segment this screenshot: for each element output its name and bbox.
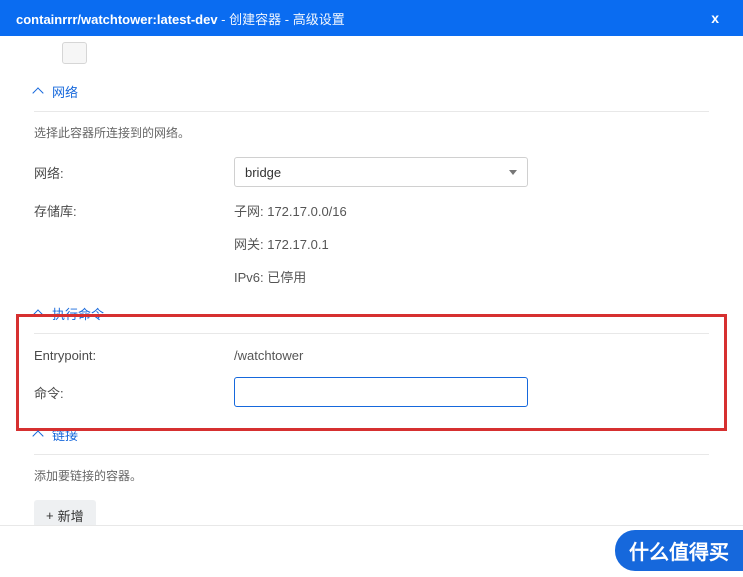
section-header-exec[interactable]: 执行命令 xyxy=(34,304,709,334)
section-title: 链接 xyxy=(52,425,78,444)
dialog-header: containrrr/watchtower:latest-dev - 创建容器 … xyxy=(0,0,743,36)
label-storage: 存储库: xyxy=(34,201,234,220)
close-icon[interactable]: x xyxy=(703,6,727,30)
value-ipv6: IPv6: 已停用 xyxy=(34,267,709,286)
chevron-up-icon xyxy=(32,87,43,98)
dialog-title: containrrr/watchtower:latest-dev xyxy=(16,12,218,27)
value-entrypoint: /watchtower xyxy=(234,348,709,363)
section-title: 网络 xyxy=(52,82,78,101)
value-subnet: 子网: 172.17.0.0/16 xyxy=(234,201,709,220)
chevron-up-icon xyxy=(32,430,43,441)
section-description: 选择此容器所连接到的网络。 xyxy=(34,124,709,141)
section-links: 链接 添加要链接的容器。 + 新增 xyxy=(30,425,713,531)
truncated-button[interactable] xyxy=(62,42,87,64)
section-description: 添加要链接的容器。 xyxy=(34,467,709,484)
label-command: 命令: xyxy=(34,383,234,402)
chevron-up-icon xyxy=(32,309,43,320)
label-network: 网络: xyxy=(34,163,234,182)
plus-icon: + xyxy=(46,508,54,523)
network-select[interactable]: bridge xyxy=(234,157,528,187)
label-entrypoint: Entrypoint: xyxy=(34,348,234,363)
section-network: 网络 选择此容器所连接到的网络。 网络: bridge 存储库: 子网: 172… xyxy=(30,82,713,286)
select-value: bridge xyxy=(245,165,281,180)
add-label: 新增 xyxy=(58,506,84,525)
caret-down-icon xyxy=(509,170,517,175)
command-input[interactable] xyxy=(234,377,528,407)
watermark-badge: 什么值得买 xyxy=(615,530,743,571)
breadcrumb: - 创建容器 - 高级设置 xyxy=(221,12,345,27)
section-title: 执行命令 xyxy=(52,304,104,323)
value-gateway: 网关: 172.17.0.1 xyxy=(34,234,709,253)
section-exec: 执行命令 Entrypoint: /watchtower 命令: xyxy=(30,304,713,407)
section-header-links[interactable]: 链接 xyxy=(34,425,709,455)
section-header-network[interactable]: 网络 xyxy=(34,82,709,112)
